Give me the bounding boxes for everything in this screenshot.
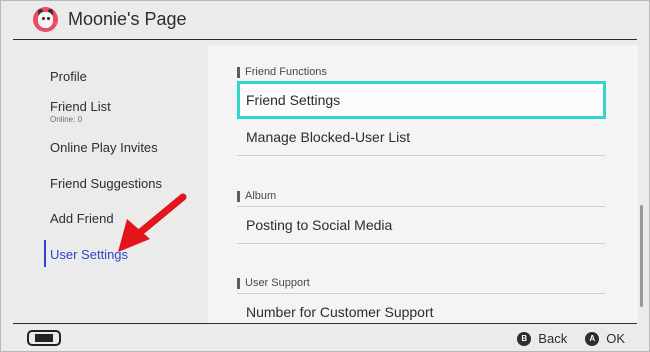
sidebar-item-label: Add Friend [50, 211, 114, 226]
back-label: Back [538, 331, 568, 346]
settings-panel: Friend Functions Friend Settings Manage … [208, 45, 638, 323]
sidebar-item-label: Online Play Invites [50, 140, 158, 155]
row-posting-to-social-media[interactable]: Posting to Social Media [237, 206, 605, 244]
sidebar-item-label: Friend Suggestions [50, 176, 163, 191]
sidebar-item-profile[interactable]: Profile [50, 69, 87, 84]
sidebar-item-friend-suggestions[interactable]: Friend Suggestions [50, 176, 162, 191]
section-label-user-support: User Support [237, 278, 310, 289]
sidebar-item-label: User Settings [50, 247, 129, 262]
active-indicator [44, 240, 46, 267]
row-label: Manage Blocked-User List [246, 128, 411, 145]
row-label: Number for Customer Support [246, 304, 434, 320]
row-label: Posting to Social Media [246, 217, 393, 233]
page-header: Moonie's Page [13, 0, 637, 40]
villager-avatar-icon[interactable] [33, 7, 58, 32]
sidebar-item-add-friend[interactable]: Add Friend [50, 211, 114, 226]
ok-label: OK [606, 331, 625, 346]
row-manage-blocked-users[interactable]: Manage Blocked-User List [237, 118, 605, 156]
sidebar-item-friend-list[interactable]: Friend List Online: 0 [50, 99, 111, 124]
row-customer-support-number[interactable]: Number for Customer Support [237, 293, 605, 323]
a-button-icon: A [585, 331, 600, 346]
sidebar-item-label: Friend List [50, 99, 111, 114]
sidebar-item-user-settings[interactable]: User Settings [50, 247, 128, 262]
handheld-console-icon [27, 328, 61, 348]
footer-bar: B Back A OK [13, 323, 637, 352]
sidebar: Profile Friend List Online: 0 Online Pla… [13, 45, 208, 303]
sidebar-item-label: Profile [50, 69, 87, 84]
back-button[interactable]: B Back [517, 331, 567, 346]
row-label: Friend Settings [246, 92, 341, 108]
sidebar-item-online-play-invites[interactable]: Online Play Invites [50, 140, 158, 155]
scrollbar[interactable] [640, 205, 643, 307]
row-friend-settings[interactable]: Friend Settings [237, 81, 606, 119]
b-button-icon: B [517, 331, 532, 346]
page-title: Moonie's Page [68, 9, 187, 29]
section-label-album: Album [237, 191, 276, 202]
online-count: Online: 0 [50, 115, 83, 124]
section-label-friend-functions: Friend Functions [237, 67, 327, 78]
ok-button[interactable]: A OK [585, 331, 625, 346]
